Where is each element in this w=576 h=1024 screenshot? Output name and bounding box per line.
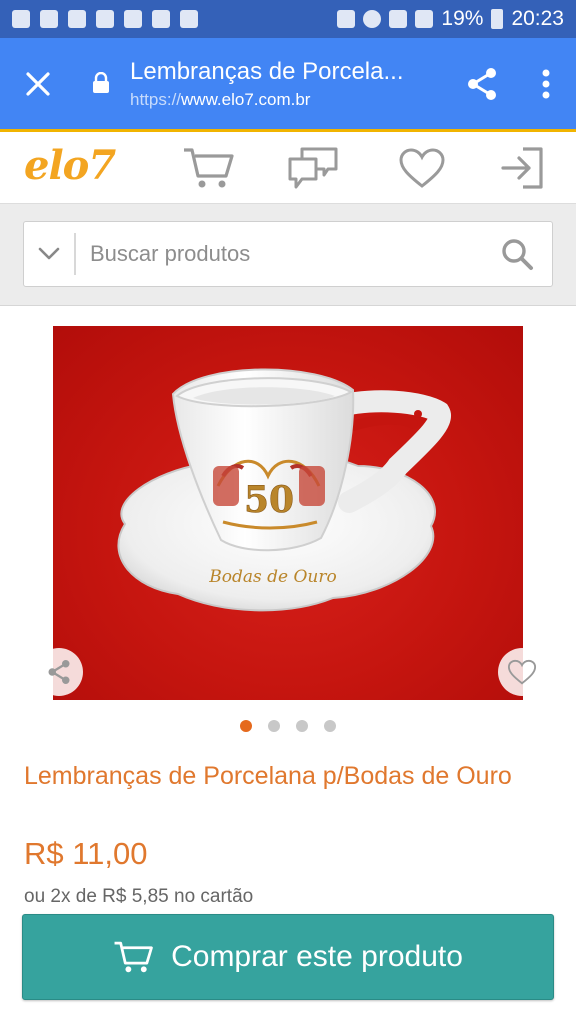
clock: 20:23 bbox=[511, 7, 564, 30]
cart-icon bbox=[114, 941, 153, 973]
battery-icon bbox=[491, 9, 504, 29]
product-price: R$ 11,00 bbox=[24, 836, 148, 871]
search-category-dropdown[interactable] bbox=[24, 233, 76, 275]
chevron-down-icon bbox=[38, 247, 60, 260]
alarm-icon bbox=[363, 10, 382, 28]
carousel-dot-4[interactable] bbox=[324, 720, 336, 732]
system-icons: 19% 20:23 bbox=[337, 7, 564, 31]
carousel-dot-3[interactable] bbox=[296, 720, 308, 732]
more-vert-icon bbox=[542, 69, 550, 98]
battery-percent: 19% bbox=[441, 7, 484, 30]
phone-icon bbox=[96, 10, 114, 28]
weather-icon bbox=[124, 10, 142, 28]
share-button[interactable] bbox=[448, 38, 516, 129]
mute-icon bbox=[337, 10, 356, 28]
product-image[interactable]: 50 Bodas de Ouro bbox=[53, 326, 523, 700]
share-icon bbox=[48, 660, 70, 684]
download-icon bbox=[152, 10, 170, 28]
cart-icon bbox=[184, 148, 234, 188]
search-button[interactable] bbox=[482, 221, 552, 287]
image-favorite-button[interactable] bbox=[498, 648, 546, 696]
carousel-dot-2[interactable] bbox=[268, 720, 280, 732]
page-title: Lembranças de Porcela... bbox=[130, 57, 404, 85]
image-share-button[interactable] bbox=[35, 648, 83, 696]
chat-icon bbox=[288, 147, 338, 189]
heart-icon bbox=[399, 148, 445, 188]
login-icon bbox=[501, 147, 543, 189]
product-title: Lembranças de Porcelana p/Bodas de Ouro bbox=[24, 762, 512, 790]
search-icon bbox=[502, 239, 533, 270]
cart-button[interactable] bbox=[180, 144, 236, 192]
status-bar: 19% 20:23 bbox=[0, 0, 576, 38]
close-icon bbox=[26, 71, 50, 96]
signal-icon bbox=[415, 10, 434, 28]
heart-icon bbox=[507, 659, 537, 685]
site-header: elo7 bbox=[0, 132, 576, 204]
porcelain-cup-image: 50 Bodas de Ouro bbox=[117, 368, 451, 612]
shield-icon bbox=[12, 10, 30, 28]
url-host: www.elo7.com.br bbox=[181, 89, 311, 109]
missed-call-icon bbox=[40, 10, 58, 28]
notification-icons bbox=[12, 10, 198, 28]
login-button[interactable] bbox=[494, 144, 550, 192]
buy-product-button[interactable]: Comprar este produto bbox=[22, 914, 554, 1000]
search-bar-area bbox=[0, 204, 576, 306]
close-tab-button[interactable] bbox=[0, 38, 76, 129]
installment-info: ou 2x de R$ 5,85 no cartão bbox=[24, 886, 254, 907]
buy-button-label: Comprar este produto bbox=[171, 940, 463, 973]
image-carousel-dots bbox=[0, 720, 576, 732]
more-options-button[interactable] bbox=[516, 38, 576, 129]
mail-icon bbox=[180, 10, 198, 28]
search-box bbox=[23, 221, 553, 287]
saucer-inscription: Bodas de Ouro bbox=[208, 567, 336, 587]
share-icon bbox=[468, 67, 496, 100]
favorites-button[interactable] bbox=[394, 144, 450, 192]
messages-button[interactable] bbox=[285, 144, 341, 192]
shield-icon bbox=[68, 10, 86, 28]
carousel-dot-1[interactable] bbox=[240, 720, 252, 732]
browser-toolbar: Lembranças de Porcela... https:// www.el… bbox=[0, 38, 576, 129]
lock-icon bbox=[93, 72, 109, 93]
url-scheme: https:// bbox=[130, 89, 182, 109]
cup-number: 50 bbox=[244, 479, 294, 521]
page-info[interactable]: Lembranças de Porcela... https:// www.el… bbox=[76, 58, 448, 110]
page-url: https:// www.elo7.com.br bbox=[78, 90, 448, 110]
wifi-icon bbox=[389, 10, 408, 28]
search-input[interactable] bbox=[76, 241, 482, 267]
elo7-logo[interactable]: elo7 bbox=[24, 142, 116, 189]
